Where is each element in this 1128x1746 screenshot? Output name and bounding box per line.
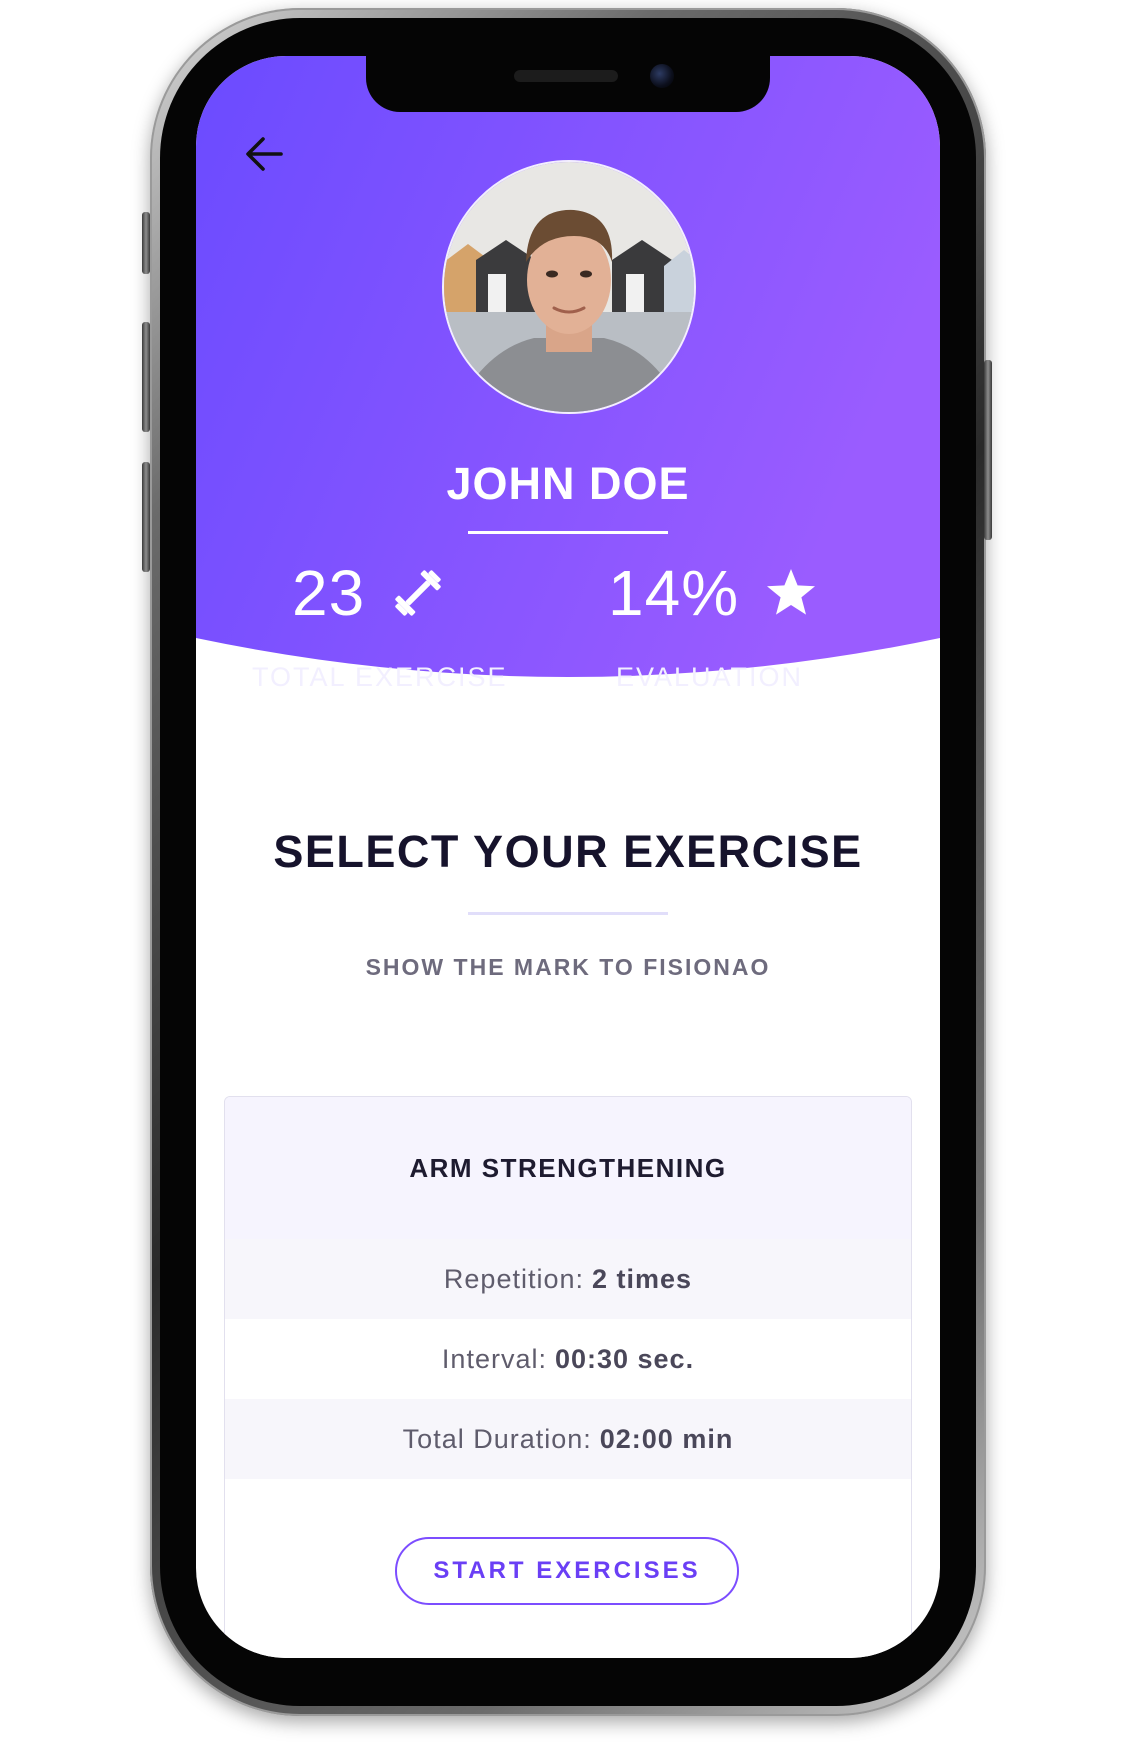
start-exercises-button[interactable]: START EXERCISES: [395, 1537, 739, 1605]
front-camera: [650, 64, 674, 88]
exercise-card-header: ARM STRENGTHENING: [225, 1097, 911, 1240]
section-subtitle: SHOW THE MARK TO FISIONAO: [365, 954, 771, 980]
exercise-card: ARM STRENGTHENING Repetition: 2 times In…: [224, 1096, 912, 1658]
total-exercise-value: 23: [292, 557, 366, 629]
repetition-value: 2 times: [592, 1263, 693, 1294]
app-screen: JOHN DOE 23 TOTAL EXERCISE 14% EVALUATIO…: [196, 56, 940, 1658]
section-title: SELECT YOUR EXERCISE: [273, 826, 863, 877]
arrow-left-icon: [246, 137, 283, 171]
duration-value: 02:00 min: [599, 1423, 734, 1454]
side-button-power: [984, 360, 992, 540]
repetition-row: Repetition: 2 times: [225, 1239, 911, 1319]
interval-label: Interval:: [441, 1343, 547, 1374]
interval-row: Interval: 00:30 sec.: [225, 1319, 911, 1399]
avatar-photo: [444, 162, 694, 412]
speaker-grille: [514, 70, 618, 82]
avatar: [442, 160, 696, 414]
duration-row: Total Duration: 02:00 min: [225, 1399, 911, 1479]
back-button[interactable]: [236, 126, 292, 182]
repetition-label: Repetition:: [443, 1263, 585, 1294]
name-divider: [468, 531, 668, 534]
profile-header: JOHN DOE 23 TOTAL EXERCISE 14% EVALUATIO…: [196, 56, 940, 756]
phone-notch: [366, 56, 770, 112]
interval-value: 00:30 sec.: [554, 1343, 695, 1374]
section-divider: [468, 912, 668, 915]
side-button-volume-down: [142, 462, 150, 572]
exercise-title: ARM STRENGTHENING: [409, 1152, 727, 1183]
evaluation-value: 14%: [608, 557, 740, 629]
evaluation-label: EVALUATION: [616, 662, 804, 692]
side-button-silent: [142, 212, 150, 274]
dumbbell-icon: [391, 566, 445, 620]
total-exercise-label: TOTAL EXERCISE: [252, 662, 508, 692]
duration-label: Total Duration:: [402, 1423, 592, 1454]
star-icon: [765, 567, 817, 619]
user-name: JOHN DOE: [446, 458, 690, 509]
side-button-volume-up: [142, 322, 150, 432]
